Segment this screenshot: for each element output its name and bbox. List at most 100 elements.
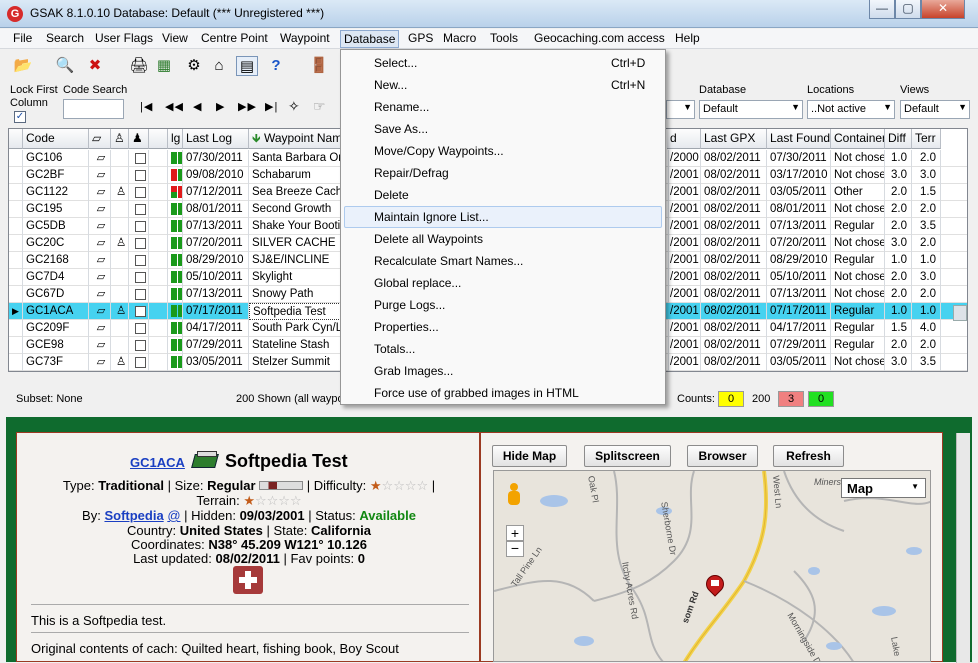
- cell-found-checkbox[interactable]: [129, 252, 149, 269]
- found-checkbox[interactable]: [135, 272, 146, 283]
- col-last-log-header[interactable]: Last Log: [183, 129, 249, 149]
- menu-item-move-copy-waypoints[interactable]: Move/Copy Waypoints...: [374, 144, 504, 158]
- window-icon[interactable]: ▤: [236, 56, 258, 76]
- last-record-icon[interactable]: ▶|: [265, 100, 278, 113]
- cell-found-checkbox[interactable]: [129, 235, 149, 252]
- splitscreen-button[interactable]: Splitscreen: [584, 445, 671, 467]
- owner-at-link[interactable]: @: [167, 508, 180, 523]
- menu-gps[interactable]: GPS: [408, 31, 433, 45]
- map-type-select[interactable]: Map ▼: [841, 478, 926, 498]
- prev-record-icon[interactable]: ◀: [193, 100, 202, 113]
- found-checkbox[interactable]: [135, 170, 146, 181]
- col-container-header[interactable]: Container: [831, 129, 885, 149]
- cell-found-checkbox[interactable]: [129, 303, 149, 320]
- panel-scrollbar[interactable]: [956, 433, 970, 663]
- close-button[interactable]: ✕: [921, 0, 965, 19]
- found-checkbox[interactable]: [135, 357, 146, 368]
- minimize-button[interactable]: —: [869, 0, 895, 19]
- filter-combo[interactable]: ▼: [666, 100, 695, 119]
- row-indicator[interactable]: ▶: [9, 303, 23, 320]
- zoom-out-button[interactable]: −: [506, 541, 524, 557]
- col-placed-header[interactable]: d: [667, 129, 701, 149]
- row-indicator[interactable]: [9, 150, 23, 167]
- menu-tools[interactable]: Tools: [490, 31, 518, 45]
- cell-found-checkbox[interactable]: [129, 201, 149, 218]
- row-indicator[interactable]: [9, 354, 23, 371]
- cell-found-checkbox[interactable]: [129, 150, 149, 167]
- menu-item-select[interactable]: Select...: [374, 56, 417, 70]
- found-checkbox[interactable]: [135, 255, 146, 266]
- menu-user-flags[interactable]: User Flags: [95, 31, 153, 45]
- database-combo[interactable]: Default ▼: [699, 100, 803, 119]
- home-icon[interactable]: ⌂: [208, 56, 230, 76]
- row-indicator[interactable]: [9, 269, 23, 286]
- street-view-pegman-icon[interactable]: [506, 483, 522, 509]
- menu-waypoint[interactable]: Waypoint: [280, 31, 330, 45]
- menu-geocaching-access[interactable]: Geocaching.com access: [534, 31, 665, 45]
- menu-item-force-use-of-grabbed-images-in-html[interactable]: Force use of grabbed images in HTML: [374, 386, 579, 400]
- pointer-icon[interactable]: ☞: [313, 98, 327, 115]
- col-bug-header[interactable]: ▱: [89, 129, 111, 149]
- refresh-button[interactable]: Refresh: [773, 445, 844, 467]
- open-folder-icon[interactable]: 📂: [12, 56, 34, 76]
- col-last-found-header[interactable]: Last Found: [767, 129, 831, 149]
- col-user-flag-header[interactable]: ♙: [111, 129, 129, 149]
- first-aid-icon[interactable]: [233, 566, 263, 594]
- map-view[interactable]: + − Map ▼ Oak Pl Sherborne Dr Itchy Acres…: [493, 470, 931, 662]
- found-checkbox[interactable]: [135, 323, 146, 334]
- next-record-icon[interactable]: ▶: [216, 100, 225, 113]
- cache-marker-icon[interactable]: [702, 571, 728, 603]
- found-checkbox[interactable]: [135, 221, 146, 232]
- print-preview-icon[interactable]: 🔍: [54, 56, 76, 76]
- col-lg-header[interactable]: lg: [168, 129, 183, 149]
- menu-item-repair-defrag[interactable]: Repair/Defrag: [374, 166, 449, 180]
- grid-scrollbar-thumb[interactable]: [953, 305, 967, 321]
- locations-combo[interactable]: ..Not active ▼: [807, 100, 895, 119]
- row-indicator[interactable]: [9, 252, 23, 269]
- menu-item-purge-logs[interactable]: Purge Logs...: [374, 298, 445, 312]
- menu-help[interactable]: Help: [675, 31, 700, 45]
- menu-item-maintain-ignore-list[interactable]: Maintain Ignore List...: [374, 210, 489, 224]
- col-terr-header[interactable]: Terr: [912, 129, 941, 149]
- menu-item-rename[interactable]: Rename...: [374, 100, 429, 114]
- col-found-header[interactable]: ♟: [129, 129, 149, 149]
- cell-found-checkbox[interactable]: [129, 184, 149, 201]
- app-icon[interactable]: G: [7, 6, 23, 22]
- found-checkbox[interactable]: [135, 306, 146, 317]
- found-checkbox[interactable]: [135, 187, 146, 198]
- menu-item-delete[interactable]: Delete: [374, 188, 409, 202]
- menu-item-global-replace[interactable]: Global replace...: [374, 276, 461, 290]
- prev-page-icon[interactable]: ◀◀: [165, 100, 184, 113]
- found-checkbox[interactable]: [135, 289, 146, 300]
- eraser-icon[interactable]: ✧: [288, 98, 301, 115]
- row-indicator[interactable]: [9, 286, 23, 303]
- col-last-gpx-header[interactable]: Last GPX: [701, 129, 767, 149]
- maximize-button[interactable]: ▢: [895, 0, 921, 19]
- hide-map-button[interactable]: Hide Map: [492, 445, 567, 467]
- print-icon[interactable]: 🖨: [128, 56, 150, 76]
- menu-item-save-as[interactable]: Save As...: [374, 122, 428, 136]
- cache-code-link[interactable]: GC1ACA: [130, 455, 185, 470]
- lock-first-column-checkbox[interactable]: ✓: [14, 111, 26, 123]
- row-indicator[interactable]: [9, 218, 23, 235]
- menu-item-totals[interactable]: Totals...: [374, 342, 415, 356]
- cell-found-checkbox[interactable]: [129, 337, 149, 354]
- views-combo[interactable]: Default ▼: [900, 100, 970, 119]
- row-indicator[interactable]: [9, 320, 23, 337]
- menu-item-delete-all-waypoints[interactable]: Delete all Waypoints: [374, 232, 483, 246]
- code-search-input[interactable]: [63, 99, 124, 119]
- zoom-in-button[interactable]: +: [506, 525, 524, 541]
- next-page-icon[interactable]: ▶▶: [238, 100, 257, 113]
- menu-file[interactable]: File: [13, 31, 32, 45]
- cell-found-checkbox[interactable]: [129, 320, 149, 337]
- cell-found-checkbox[interactable]: [129, 354, 149, 371]
- menu-item-properties[interactable]: Properties...: [374, 320, 439, 334]
- found-checkbox[interactable]: [135, 153, 146, 164]
- row-indicator[interactable]: [9, 167, 23, 184]
- grid-icon[interactable]: ▦: [153, 56, 175, 76]
- row-indicator[interactable]: [9, 235, 23, 252]
- col-blank-header[interactable]: [149, 129, 168, 149]
- owner-link[interactable]: Softpedia: [104, 508, 163, 523]
- row-indicator[interactable]: [9, 201, 23, 218]
- row-indicator[interactable]: [9, 337, 23, 354]
